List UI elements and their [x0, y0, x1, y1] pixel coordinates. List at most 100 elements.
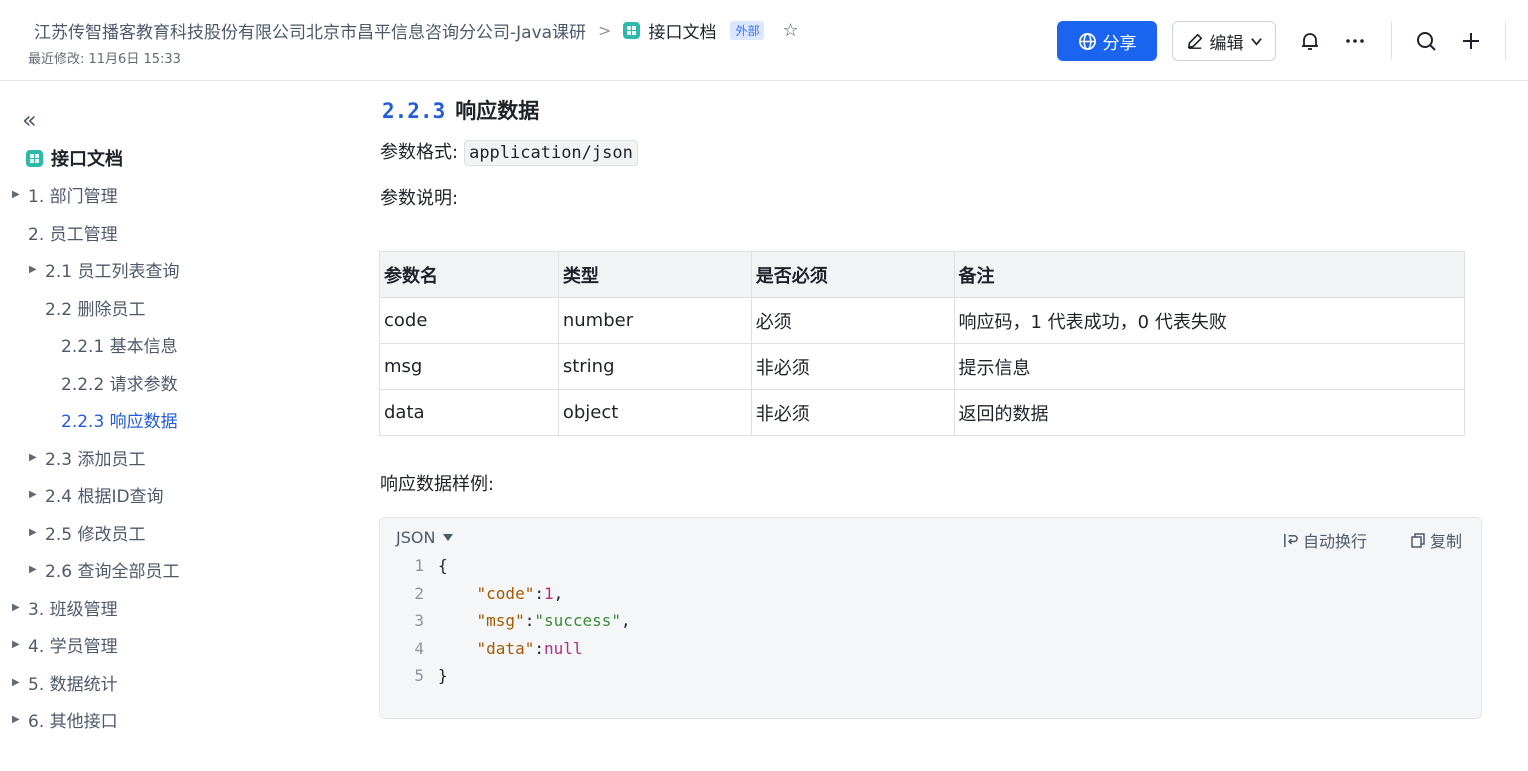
json-value: 1: [543, 583, 554, 603]
code-language-select[interactable]: JSON: [396, 528, 454, 547]
code-block[interactable]: JSON 自动换行 复制 1 { 2 "code":1, 3 "msg":"su…: [379, 517, 1482, 719]
header-divider: [1505, 22, 1506, 60]
collapse-sidebar-icon[interactable]: «: [22, 108, 37, 132]
code-line: 3 "msg":"success",: [380, 607, 1481, 635]
code-language-label: JSON: [396, 528, 436, 547]
breadcrumb: 江苏传智播客教育科技股份有限公司北京市昌平信息咨询分公司-Java课研 > 接口…: [34, 18, 799, 43]
toc-item-label: 2.4 根据ID查询: [45, 487, 164, 507]
code-line: 1 {: [380, 552, 1481, 580]
edit-button[interactable]: 编辑: [1172, 21, 1276, 61]
edit-label: 编辑: [1209, 33, 1244, 54]
expand-arrow-icon[interactable]: ▶: [12, 602, 24, 613]
json-key: "data": [476, 638, 535, 658]
share-button[interactable]: 分享: [1057, 21, 1157, 61]
json-comma: ,: [553, 583, 564, 603]
toc-item[interactable]: ▶ 3. 班级管理: [12, 595, 118, 620]
table-cell: data: [379, 389, 559, 436]
table-cell: 非必须: [750, 389, 955, 436]
expand-arrow-icon[interactable]: ▶: [29, 452, 41, 463]
top-header: 江苏传智播客教育科技股份有限公司北京市昌平信息咨询分公司-Java课研 > 接口…: [0, 0, 1528, 81]
json-key: "code": [476, 583, 535, 603]
desc-label: 参数说明:: [380, 188, 459, 209]
breadcrumb-parent[interactable]: 江苏传智播客教育科技股份有限公司北京市昌平信息咨询分公司-Java课研: [34, 18, 586, 43]
json-value: null: [543, 638, 583, 658]
toc-item-active[interactable]: 2.2.3 响应数据: [45, 407, 178, 432]
table-cell: 提示信息: [953, 343, 1465, 390]
bell-icon[interactable]: [1296, 27, 1324, 55]
expand-arrow-icon[interactable]: ▶: [12, 189, 24, 200]
line-number: 2: [414, 583, 424, 603]
code-text: "msg":"success",: [438, 607, 631, 635]
table-header-cell: 是否必须: [750, 251, 955, 298]
doc-icon: [623, 22, 641, 39]
toc-item-label: 5. 数据统计: [28, 675, 118, 695]
code-line: 5 }: [380, 662, 1481, 690]
table-cell: number: [557, 297, 752, 344]
line-number: 4: [414, 638, 424, 658]
toc-item[interactable]: 2.2 删除员工: [29, 295, 145, 320]
chevron-down-icon: [1250, 37, 1262, 46]
table-cell: string: [557, 343, 752, 390]
toc-item[interactable]: ▶ 2.6 查询全部员工: [29, 557, 179, 582]
heading-text: 响应数据: [455, 99, 540, 123]
copy-label: 复制: [1430, 532, 1463, 551]
expand-arrow-icon[interactable]: ▶: [12, 677, 24, 688]
toc-item-label: 1. 部门管理: [28, 187, 118, 207]
wrap-icon: [1284, 533, 1298, 547]
toc-item[interactable]: 2. 员工管理: [12, 220, 118, 245]
toc-item-label: 2.5 修改员工: [45, 525, 146, 545]
toc-item[interactable]: 2.2.1 基本信息: [45, 332, 178, 357]
expand-arrow-icon[interactable]: ▶: [12, 714, 24, 725]
toc-item[interactable]: ▶ 2.3 添加员工: [29, 445, 145, 470]
toc-item[interactable]: ▶ 4. 学员管理: [12, 632, 118, 657]
toc-item-label: 2.2.1 基本信息: [61, 337, 178, 357]
toc-item-label: 3. 班级管理: [28, 600, 118, 620]
toc-item-label: 2.2 删除员工: [45, 300, 146, 320]
copy-icon: [1411, 533, 1425, 548]
expand-arrow-icon[interactable]: ▶: [29, 489, 41, 500]
toc-sidebar: « 接口文档 ▶ 1. 部门管理 2. 员工管理 ▶ 2.1 员工列表查询 2.2 …: [0, 82, 330, 771]
toc-item-label: 2.2.2 请求参数: [61, 375, 178, 395]
toc-item[interactable]: ▶ 1. 部门管理: [12, 182, 118, 207]
format-label: 参数格式:: [380, 142, 459, 163]
star-icon[interactable]: ☆: [782, 20, 798, 41]
expand-arrow-icon[interactable]: ▶: [12, 639, 24, 650]
line-number: 5: [414, 666, 424, 685]
table-header-cell: 参数名: [379, 251, 559, 298]
toc-item[interactable]: 2.2.2 请求参数: [45, 370, 178, 395]
toc-item-label: 2.3 添加员工: [45, 450, 146, 470]
json-comma: ,: [621, 611, 631, 630]
toc-item-label: 2.2.3 响应数据: [61, 412, 178, 432]
caret-down-icon: [443, 533, 454, 541]
expand-arrow-icon[interactable]: ▶: [29, 527, 41, 538]
plus-icon[interactable]: [1457, 27, 1485, 55]
search-icon[interactable]: [1412, 27, 1440, 55]
params-table: 参数名 类型 是否必须 备注 code number 必须 响应码，1 代表成功…: [379, 251, 1465, 436]
toc-item[interactable]: ▶ 2.1 员工列表查询: [29, 257, 179, 282]
breadcrumb-doc-title[interactable]: 接口文档: [648, 18, 716, 43]
toc-item-label: 2.6 查询全部员工: [45, 562, 180, 582]
format-value: application/json: [464, 140, 638, 166]
line-number: 3: [414, 611, 424, 630]
table-cell: 响应码，1 代表成功，0 代表失败: [953, 297, 1465, 344]
share-label: 分享: [1102, 33, 1137, 54]
expand-arrow-icon[interactable]: ▶: [29, 564, 41, 575]
toc-item[interactable]: ▶ 2.5 修改员工: [29, 520, 145, 545]
toc-item-label: 2. 员工管理: [28, 225, 118, 245]
code-lines: 1 { 2 "code":1, 3 "msg":"success", 4 "da…: [380, 552, 1481, 690]
toc-item[interactable]: ▶ 6. 其他接口: [12, 707, 118, 732]
more-icon[interactable]: [1341, 27, 1369, 55]
code-text: "code":1,: [438, 580, 564, 608]
expand-arrow-icon[interactable]: ▶: [29, 264, 41, 275]
toc-item[interactable]: ▶ 5. 数据统计: [12, 670, 118, 695]
last-modified: 最近修改: 11月6日 15:33: [28, 52, 181, 67]
code-line: 4 "data":null: [380, 635, 1481, 663]
table-cell: code: [379, 297, 559, 344]
pencil-icon: [1187, 33, 1202, 49]
toc-root[interactable]: 接口文档: [26, 145, 123, 171]
copy-button[interactable]: 复制: [1410, 528, 1462, 552]
word-wrap-button[interactable]: 自动换行: [1282, 528, 1367, 552]
table-header-row: 参数名 类型 是否必须 备注: [379, 251, 1465, 298]
json-key: "msg": [476, 611, 525, 630]
toc-item[interactable]: ▶ 2.4 根据ID查询: [29, 482, 164, 507]
